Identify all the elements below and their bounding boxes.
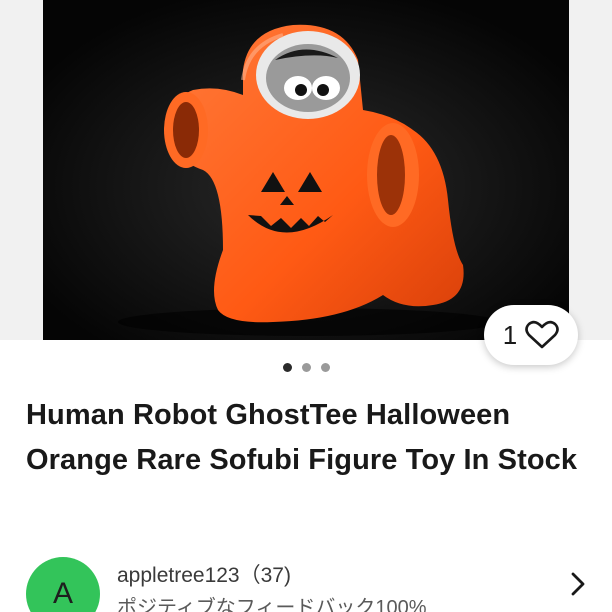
carousel-dot[interactable] (320, 363, 330, 372)
seller-row[interactable]: A appletree123（37) ポジティブなフィードバック100% (26, 545, 612, 612)
product-photo[interactable] (43, 0, 569, 340)
heart-icon (525, 320, 560, 349)
favorite-button[interactable]: 1 (484, 305, 578, 365)
chevron-right-icon[interactable] (570, 571, 586, 597)
favorite-count: 1 (502, 319, 518, 350)
seller-name[interactable]: appletree123（37) (117, 559, 291, 589)
carousel-indicator (0, 363, 612, 372)
listing-title: Human Robot GhostTee Halloween Orange Ra… (26, 399, 578, 476)
ghost-figure-image (43, 0, 569, 340)
seller-avatar[interactable]: A (26, 557, 100, 612)
carousel-dot[interactable] (301, 363, 311, 372)
seller-feedback: ポジティブなフィードバック100% (117, 597, 427, 612)
carousel-dot-active[interactable] (282, 363, 292, 372)
image-gallery[interactable]: 1 (0, 0, 612, 365)
